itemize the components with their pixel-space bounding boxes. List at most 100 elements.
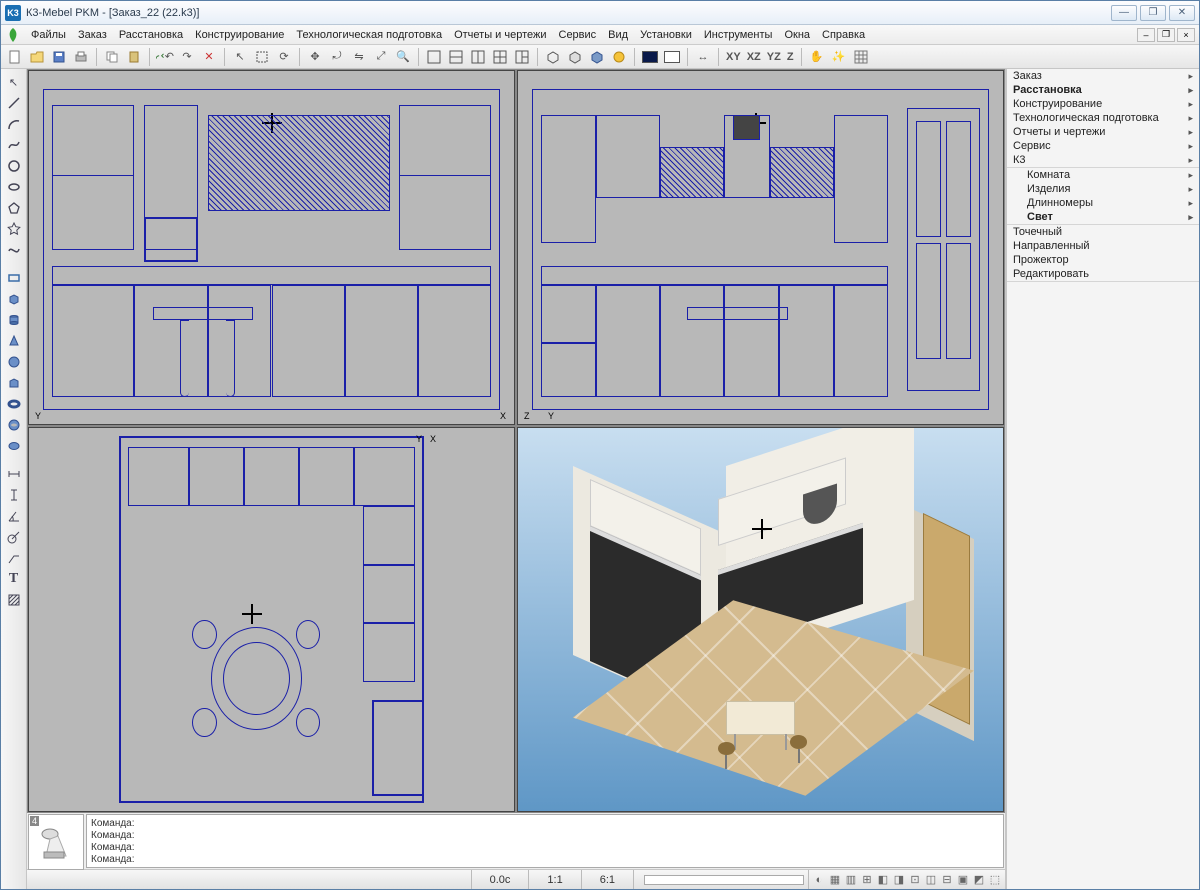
- viewport-side[interactable]: Z Y: [517, 70, 1004, 425]
- cursor-icon[interactable]: ↖: [230, 47, 250, 67]
- sp-item-directional-light[interactable]: Направленный: [1007, 239, 1199, 253]
- dimension-h-icon[interactable]: [4, 464, 24, 484]
- layout-1-icon[interactable]: [424, 47, 444, 67]
- pointer-tool-icon[interactable]: ↖: [4, 72, 24, 92]
- render-icon[interactable]: [609, 47, 629, 67]
- sp-item-arrangement[interactable]: Расстановка▸: [1007, 83, 1199, 97]
- dimension-angle-icon[interactable]: [4, 506, 24, 526]
- circle-tool-icon[interactable]: [4, 156, 24, 176]
- cone-solid-icon[interactable]: [4, 331, 24, 351]
- sp-item-tech[interactable]: Технологическая подготовка▸: [1007, 111, 1199, 125]
- menu-order[interactable]: Заказ: [72, 27, 113, 43]
- sp-item-k3[interactable]: К3▸: [1007, 153, 1199, 167]
- viewport-top[interactable]: Y X: [28, 427, 515, 812]
- dimension-v-icon[interactable]: [4, 485, 24, 505]
- revolve-solid-icon[interactable]: [4, 415, 24, 435]
- text-tool-icon[interactable]: T: [4, 569, 24, 589]
- menu-arrangement[interactable]: Расстановка: [113, 27, 189, 43]
- sp-item-long[interactable]: Длинномеры▸: [1007, 196, 1199, 210]
- sp-item-room[interactable]: Комната▸: [1007, 168, 1199, 182]
- rotate-icon[interactable]: ⤾: [327, 47, 347, 67]
- move-icon[interactable]: ✥: [305, 47, 325, 67]
- status-icon[interactable]: ▦: [827, 873, 843, 886]
- copy-icon[interactable]: [102, 47, 122, 67]
- status-icon[interactable]: ◐: [811, 874, 827, 886]
- open-file-icon[interactable]: [27, 47, 47, 67]
- sp-item-reports[interactable]: Отчеты и чертежи▸: [1007, 125, 1199, 139]
- sp-item-order[interactable]: Заказ▸: [1007, 69, 1199, 83]
- axis-xy-button[interactable]: XY: [724, 51, 743, 63]
- menu-help[interactable]: Справка: [816, 27, 871, 43]
- new-file-icon[interactable]: [5, 47, 25, 67]
- undo-icon[interactable]: ↶: [155, 47, 175, 67]
- status-icon[interactable]: ◨: [891, 873, 907, 886]
- status-icon[interactable]: ▥: [843, 873, 859, 886]
- axis-z-button[interactable]: Z: [785, 51, 796, 63]
- zoom-extents-icon[interactable]: ⤢: [371, 47, 391, 67]
- hidden-line-icon[interactable]: [565, 47, 585, 67]
- layout-3-icon[interactable]: [512, 47, 532, 67]
- menu-service[interactable]: Сервис: [553, 27, 603, 43]
- layout-2v-icon[interactable]: [468, 47, 488, 67]
- arc-tool-icon[interactable]: [4, 114, 24, 134]
- menu-files[interactable]: Файлы: [25, 27, 72, 43]
- sphere-solid-icon[interactable]: [4, 352, 24, 372]
- line-tool-icon[interactable]: [4, 93, 24, 113]
- redo-icon[interactable]: ↷: [177, 47, 197, 67]
- prism-solid-icon[interactable]: [4, 373, 24, 393]
- layout-2h-icon[interactable]: [446, 47, 466, 67]
- refresh-icon[interactable]: ⟳: [274, 47, 294, 67]
- viewport-front[interactable]: Y X: [28, 70, 515, 425]
- layout-4-icon[interactable]: [490, 47, 510, 67]
- status-icon[interactable]: ⬚: [987, 873, 1003, 886]
- sp-item-light[interactable]: Свет▸: [1007, 210, 1199, 224]
- status-icon[interactable]: ◧: [875, 873, 891, 886]
- star-tool-icon[interactable]: [4, 219, 24, 239]
- menu-tools[interactable]: Инструменты: [698, 27, 779, 43]
- hatch-tool-icon[interactable]: [4, 590, 24, 610]
- print-icon[interactable]: [71, 47, 91, 67]
- window-maximize-button[interactable]: ❐: [1140, 5, 1166, 21]
- sp-item-spotlight[interactable]: Прожектор: [1007, 253, 1199, 267]
- menu-view[interactable]: Вид: [602, 27, 634, 43]
- viewport-3d[interactable]: [517, 427, 1004, 812]
- spline-tool-icon[interactable]: [4, 135, 24, 155]
- shaded-icon[interactable]: [587, 47, 607, 67]
- status-icon[interactable]: ⊟: [939, 873, 955, 886]
- menu-reports[interactable]: Отчеты и чертежи: [448, 27, 552, 43]
- ellipse-tool-icon[interactable]: [4, 177, 24, 197]
- dimension-icon[interactable]: ↔: [693, 47, 713, 67]
- status-icon[interactable]: ◫: [923, 873, 939, 886]
- zoom-window-icon[interactable]: 🔍: [393, 47, 413, 67]
- color-fg-swatch[interactable]: [640, 47, 660, 67]
- dimension-radius-icon[interactable]: [4, 527, 24, 547]
- wireframe-icon[interactable]: [543, 47, 563, 67]
- leader-icon[interactable]: [4, 548, 24, 568]
- axis-yz-button[interactable]: YZ: [765, 51, 783, 63]
- sp-item-construction[interactable]: Конструирование▸: [1007, 97, 1199, 111]
- menu-tech[interactable]: Технологическая подготовка: [290, 27, 448, 43]
- box-solid-icon[interactable]: [4, 289, 24, 309]
- sp-item-service[interactable]: Сервис▸: [1007, 139, 1199, 153]
- polygon-tool-icon[interactable]: [4, 198, 24, 218]
- mdi-minimize-button[interactable]: –: [1137, 28, 1155, 42]
- status-icon[interactable]: ⊞: [859, 873, 875, 886]
- delete-icon[interactable]: ✕: [199, 47, 219, 67]
- mdi-restore-button[interactable]: ❐: [1157, 28, 1175, 42]
- menu-construction[interactable]: Конструирование: [189, 27, 290, 43]
- sp-item-products[interactable]: Изделия▸: [1007, 182, 1199, 196]
- status-icon[interactable]: ▣: [955, 873, 971, 886]
- window-minimize-button[interactable]: —: [1111, 5, 1137, 21]
- sp-item-edit-light[interactable]: Редактировать: [1007, 267, 1199, 281]
- light-thumbnail[interactable]: 4: [28, 814, 84, 870]
- save-file-icon[interactable]: [49, 47, 69, 67]
- menu-windows[interactable]: Окна: [778, 27, 816, 43]
- mirror-icon[interactable]: ⇋: [349, 47, 369, 67]
- cylinder-solid-icon[interactable]: [4, 310, 24, 330]
- torus-solid-icon[interactable]: [4, 394, 24, 414]
- menu-settings[interactable]: Установки: [634, 27, 698, 43]
- rect-surface-icon[interactable]: [4, 268, 24, 288]
- freeform-tool-icon[interactable]: [4, 240, 24, 260]
- ellipsoid-solid-icon[interactable]: [4, 436, 24, 456]
- sp-item-point-light[interactable]: Точечный: [1007, 225, 1199, 239]
